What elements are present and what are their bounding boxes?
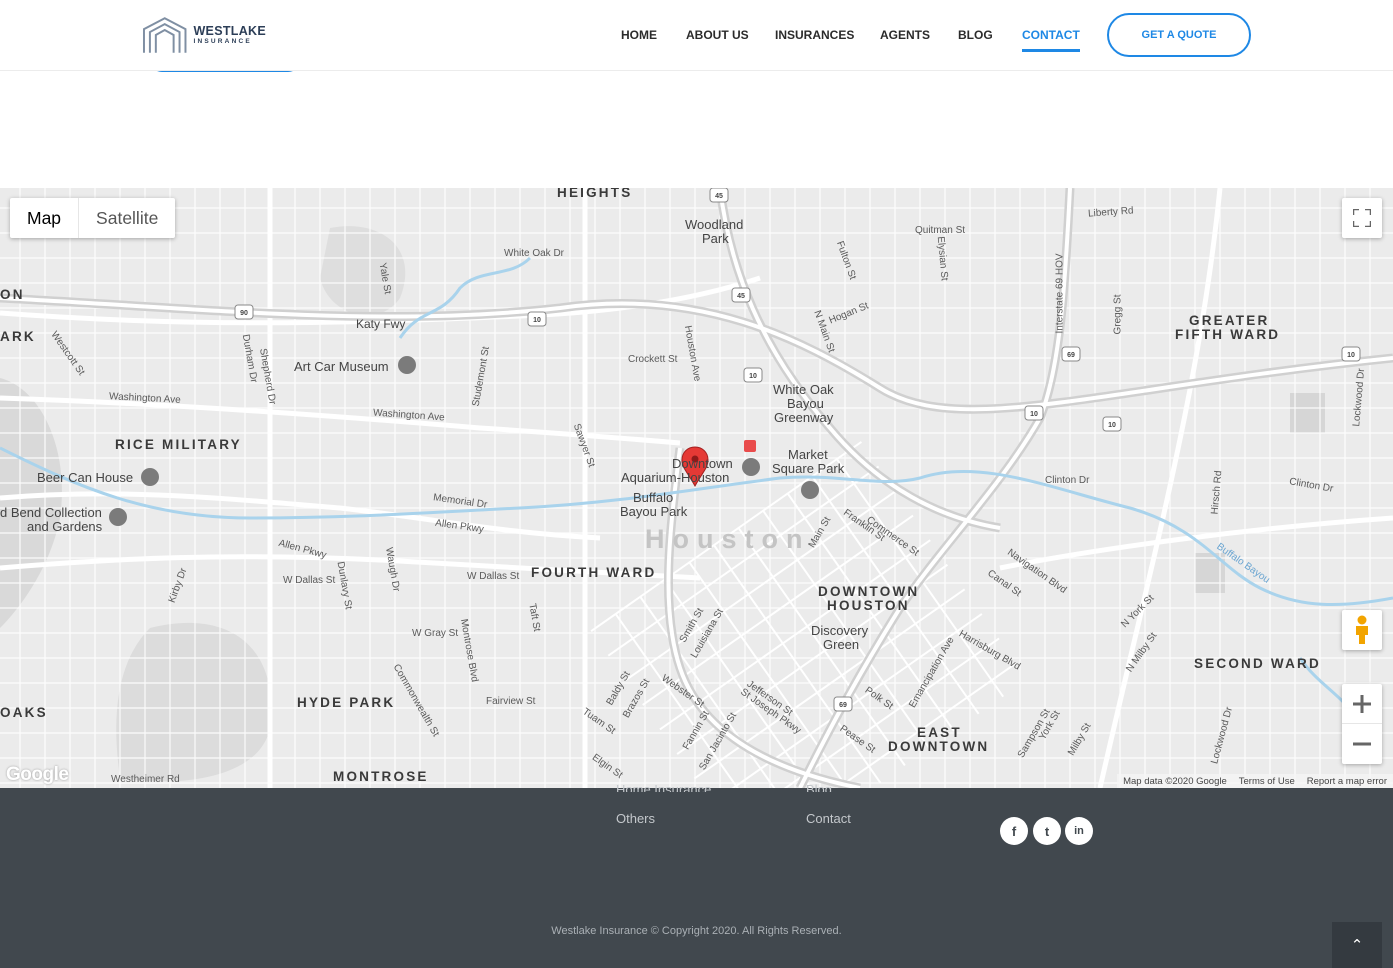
poi-label: White Oak (773, 382, 834, 397)
street-label: Interstate 69 HOV (1054, 253, 1066, 334)
poi-label: Discovery (811, 623, 869, 638)
linkedin-icon[interactable]: in (1065, 817, 1093, 845)
fullscreen-icon (1353, 209, 1371, 227)
nav-blog[interactable]: BLOG (958, 28, 993, 42)
site-footer: Home Insurance Others Blog Contact (0, 782, 1393, 968)
logo-name: WESTLAKE (193, 23, 266, 38)
street-label: Gregg St (1112, 294, 1124, 335)
district-label: DOWNTOWN (888, 739, 990, 754)
street-label: Crockett St (628, 354, 678, 365)
district-label: ON (0, 287, 25, 302)
svg-text:69: 69 (839, 702, 847, 709)
map-type-control: Map Satellite (10, 198, 176, 238)
fullscreen-button[interactable] (1342, 198, 1382, 238)
district-label: ARK (0, 329, 36, 344)
report-map-error-link[interactable]: Report a map error (1307, 776, 1387, 787)
svg-text:10: 10 (749, 373, 757, 380)
district-label: HEIGHTS (557, 188, 633, 200)
svg-text:69: 69 (1067, 352, 1075, 359)
google-logo[interactable]: Google (6, 764, 69, 786)
map-type-satellite-button[interactable]: Satellite (79, 198, 175, 238)
street-label: Fairview St (486, 696, 536, 707)
poi-label: Beer Can House (37, 470, 134, 485)
svg-text:10: 10 (533, 317, 541, 324)
street-view-pegman[interactable] (1342, 610, 1382, 650)
street-label: W Gray St (412, 628, 459, 639)
copyright-text: Westlake Insurance © Copyright 2020. All… (551, 925, 842, 937)
plus-icon (1353, 694, 1371, 713)
district-label: HYDE PARK (297, 695, 396, 710)
district-label: RICE MILITARY (115, 437, 242, 452)
svg-text:45: 45 (737, 293, 745, 300)
poi-label: Market (788, 447, 828, 462)
footer-link-home-insurance[interactable]: Home Insurance (616, 782, 711, 792)
pegman-icon (1356, 615, 1368, 644)
street-label: Katy Fwy (356, 317, 406, 331)
svg-text:10: 10 (1030, 411, 1038, 418)
site-logo[interactable]: WESTLAKE INSURANCE (142, 15, 266, 55)
terms-of-use-link[interactable]: Terms of Use (1239, 776, 1295, 787)
poi-label: Square Park (772, 461, 845, 476)
nav-home[interactable]: HOME (621, 28, 657, 42)
district-label: GREATER (1189, 313, 1270, 328)
poi-label: Bayou (787, 396, 824, 411)
back-to-top-button[interactable]: ⌃ (1332, 922, 1382, 968)
street-label: Quitman St (915, 225, 966, 236)
nav-contact[interactable]: CONTACT (1022, 28, 1080, 52)
chevron-up-icon: ⌃ (1350, 937, 1364, 954)
poi-label: Art Car Museum (294, 359, 389, 374)
street-label: W Dallas St (283, 575, 336, 586)
zoom-out-button[interactable] (1342, 724, 1382, 764)
site-header: WESTLAKE INSURANCE HOME ABOUT US INSURAN… (0, 0, 1393, 71)
zoom-in-button[interactable] (1342, 684, 1382, 724)
map-type-map-button[interactable]: Map (10, 198, 80, 238)
twitter-icon[interactable]: t (1033, 817, 1061, 845)
map-attribution: Map data ©2020 Google Terms of Use Repor… (1117, 774, 1393, 788)
nav-insurances[interactable]: INSURANCES (775, 28, 854, 42)
get-a-quote-button[interactable]: GET A QUOTE (1107, 13, 1251, 57)
highway-shield-90: 90 (240, 310, 248, 317)
district-label: FOURTH WARD (531, 565, 657, 580)
footer-link-contact[interactable]: Contact (806, 811, 851, 826)
footer-link-blog[interactable]: Blog (806, 782, 832, 792)
poi-label: d Bend Collection (0, 505, 102, 520)
logo-building-icon (142, 17, 187, 53)
footer-link-others[interactable]: Others (616, 811, 655, 826)
poi-label: Green (823, 637, 860, 652)
nav-agents[interactable]: AGENTS (880, 28, 930, 42)
street-label: W Dallas St (467, 571, 520, 582)
map-data-credit: Map data ©2020 Google (1123, 775, 1227, 787)
svg-text:10: 10 (1347, 352, 1355, 359)
street-label: Clinton Dr (1045, 475, 1090, 486)
svg-text:10: 10 (1108, 422, 1116, 429)
minus-icon (1353, 742, 1371, 746)
svg-text:45: 45 (715, 193, 723, 200)
poi-label: Greenway (774, 410, 834, 425)
poi-label: Bayou Park (620, 504, 688, 519)
poi-label: Downtown (672, 456, 733, 471)
zoom-control (1342, 684, 1382, 764)
street-label: White Oak Dr (504, 248, 565, 259)
poi-label: Park (702, 231, 729, 246)
street-label: Westheimer Rd (111, 774, 180, 785)
district-label: DOWNTOWN (818, 584, 920, 599)
logo-tagline: INSURANCE (193, 38, 252, 45)
district-label: SECOND WARD (1194, 656, 1321, 671)
google-map[interactable]: 90 10 10 45 45 69 10 10 10 69 HEIGHTS GR… (0, 188, 1393, 788)
poi-label: Aquarium-Houston (621, 470, 730, 485)
poi-label: Woodland (685, 217, 744, 232)
nav-about-us[interactable]: ABOUT US (686, 28, 749, 42)
district-label: MONTROSE (333, 769, 429, 784)
district-label: OAKS (0, 705, 48, 720)
city-label: Houston (645, 524, 811, 554)
district-label: EAST (917, 725, 962, 740)
district-label: HOUSTON (827, 598, 910, 613)
facebook-icon[interactable]: f (1000, 817, 1028, 845)
poi-label: Buffalo (633, 490, 674, 505)
district-label: FIFTH WARD (1175, 327, 1281, 342)
poi-label: and Gardens (27, 519, 103, 534)
